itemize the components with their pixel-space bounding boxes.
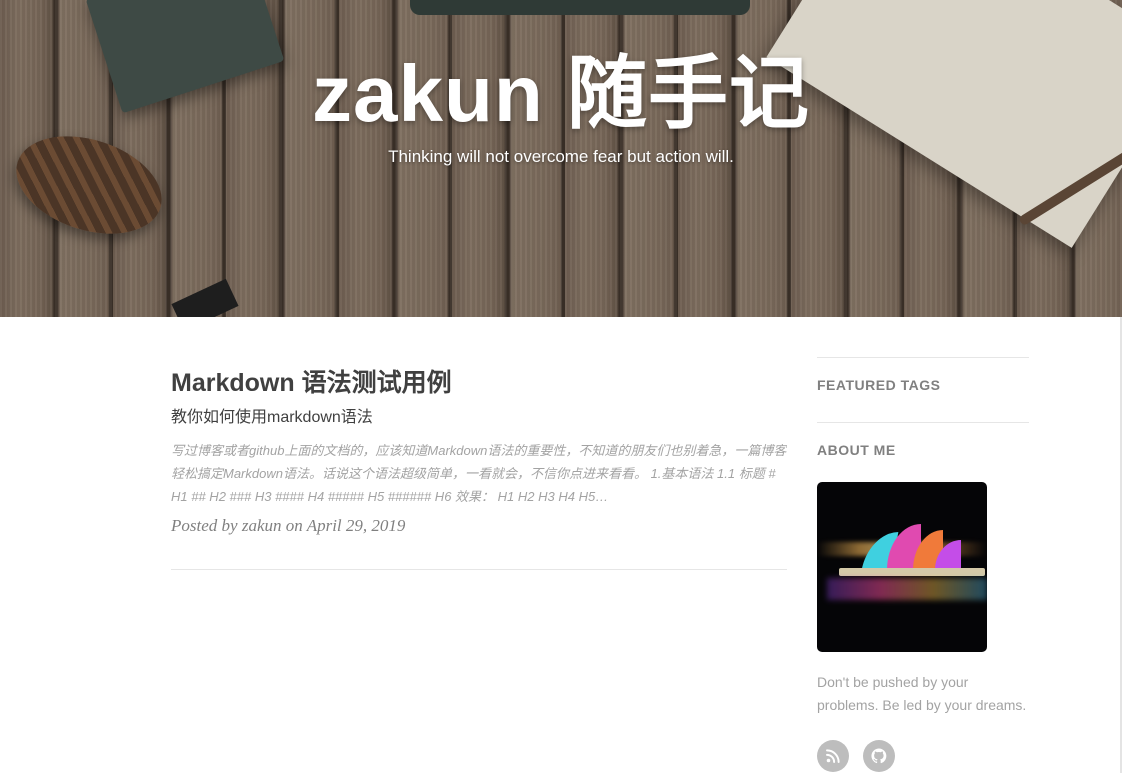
rss-icon <box>826 749 840 763</box>
post-subtitle[interactable]: 教你如何使用markdown语法 <box>171 407 787 429</box>
site-subtitle: Thinking will not overcome fear but acti… <box>388 147 734 166</box>
avatar-opera-house-base <box>839 568 985 576</box>
social-links <box>817 740 895 772</box>
post-divider <box>171 569 787 570</box>
avatar-water-reflection <box>827 578 987 600</box>
post-preview[interactable]: Markdown 语法测试用例 教你如何使用markdown语法 写过博客或者g… <box>171 365 787 538</box>
site-header-hero: zakun 随手记 Thinking will not overcome fea… <box>0 0 1122 317</box>
site-title: zakun 随手记 <box>312 49 810 138</box>
post-author-link[interactable]: zakun <box>242 516 282 535</box>
github-link[interactable] <box>863 740 895 772</box>
about-me-heading: ABOUT ME <box>817 442 896 458</box>
sidebar-divider <box>817 422 1029 423</box>
sidebar: FEATURED TAGS ABOUT ME Don't be pushed b… <box>817 357 1029 772</box>
rss-link[interactable] <box>817 740 849 772</box>
featured-tags-heading: FEATURED TAGS <box>817 377 941 393</box>
post-date: April 29, 2019 <box>306 516 406 535</box>
post-excerpt: 写过博客或者github上面的文档的，应该知道Markdown语法的重要性，不知… <box>171 443 787 504</box>
decor-tablet <box>410 0 750 15</box>
avatar <box>817 482 987 652</box>
sidebar-divider <box>817 357 1029 358</box>
post-meta-on: on <box>285 516 303 535</box>
github-icon <box>871 748 887 764</box>
post-meta-prefix: Posted by <box>171 516 238 535</box>
about-me-tagline: Don't be pushed by your problems. Be led… <box>817 674 1027 713</box>
post-meta: Posted by zakun on April 29, 2019 <box>171 514 787 538</box>
post-title-link[interactable]: Markdown 语法测试用例 <box>171 365 787 401</box>
